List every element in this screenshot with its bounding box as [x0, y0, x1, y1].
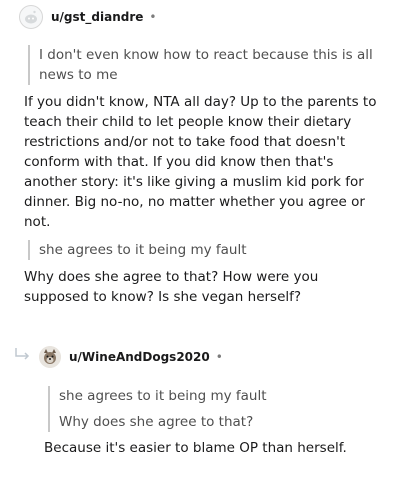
thread: u/gst_diandre • I don't even know how to…	[0, 0, 400, 484]
quote-line: she agrees to it being my fault	[59, 388, 267, 404]
author-username[interactable]: u/gst_diandre	[51, 10, 143, 24]
comment-body: Because it's easier to blame OP than her…	[44, 440, 347, 456]
dog-avatar-icon[interactable]	[39, 346, 61, 368]
quote-line: Why does she agree to that?	[59, 414, 254, 430]
separator-dot: •	[149, 10, 157, 24]
comment-body: Why does she agree to that? How were you…	[24, 269, 319, 305]
reply-arrow-icon	[13, 346, 33, 362]
default-avatar-icon[interactable]	[19, 5, 43, 29]
quote-block: she agrees to it being my fault Why does…	[48, 386, 379, 432]
separator-dot: •	[215, 350, 223, 364]
quote-block: she agrees to it being my fault	[28, 240, 379, 260]
comment-body: If you didn't know, NTA all day? Up to t…	[24, 94, 377, 230]
comment-header: u/WineAndDogs2020 •	[39, 346, 223, 368]
author-username[interactable]: u/WineAndDogs2020	[69, 350, 210, 364]
comment-header: u/gst_diandre •	[19, 5, 156, 29]
quote-block: I don't even know how to react because t…	[28, 45, 379, 85]
